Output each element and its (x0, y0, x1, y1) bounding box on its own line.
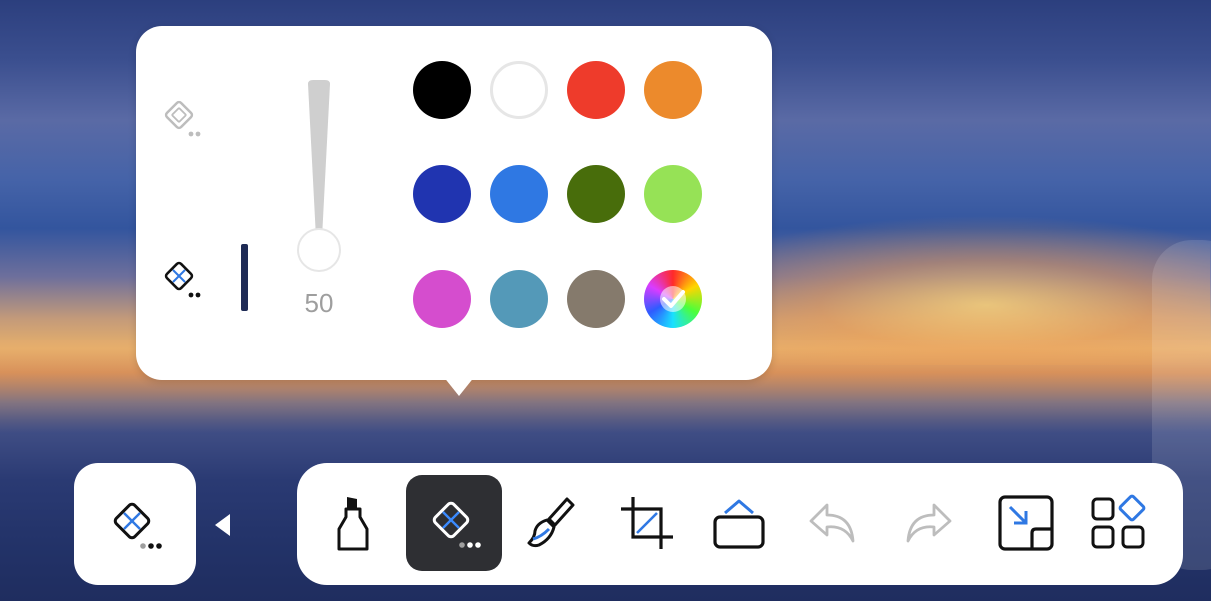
color-swatch-teal[interactable] (490, 270, 548, 328)
eraser-tool-button[interactable] (406, 475, 502, 571)
eraser-x-icon (164, 261, 201, 298)
eraser-x-icon (432, 501, 481, 548)
shape-tool-button[interactable] (691, 475, 787, 571)
color-swatch-white[interactable] (490, 61, 548, 119)
brush-icon (527, 497, 575, 548)
eraser-size-value: 50 (304, 288, 334, 318)
undo-button[interactable] (785, 475, 881, 571)
color-swatch-dark-green[interactable] (567, 165, 625, 223)
redo-icon (906, 503, 952, 543)
main-toolbar (297, 463, 1183, 585)
collapse-toolbar-button[interactable] (215, 514, 230, 536)
size-slider-thumb (297, 228, 341, 272)
color-swatch-orange[interactable] (644, 61, 702, 119)
eraser-area-mode-button[interactable] (158, 94, 206, 142)
color-swatch-taupe[interactable] (567, 270, 625, 328)
selected-mode-indicator (241, 244, 248, 311)
color-swatch-black[interactable] (413, 61, 471, 119)
color-swatch-navy-blue[interactable] (413, 165, 471, 223)
redo-button[interactable] (880, 475, 976, 571)
apps-button[interactable] (1071, 475, 1167, 571)
color-swatch-custom[interactable] (644, 270, 702, 328)
marker-icon (337, 497, 369, 551)
eraser-size-slider[interactable] (297, 78, 341, 274)
color-swatch-blue[interactable] (490, 165, 548, 223)
undo-icon (809, 503, 855, 543)
brush-tool-button[interactable] (503, 475, 599, 571)
color-swatch-light-green[interactable] (644, 165, 702, 223)
minimize-button[interactable] (978, 475, 1074, 571)
apps-icon (1091, 494, 1146, 549)
eraser-x-icon (113, 502, 162, 549)
current-tool-button[interactable] (74, 463, 196, 585)
crop-tool-button[interactable] (599, 475, 695, 571)
crop-icon (621, 497, 673, 549)
color-swatch-magenta[interactable] (413, 270, 471, 328)
panel-pointer (443, 376, 475, 396)
marker-tool-button[interactable] (305, 475, 401, 571)
checkmark-icon (660, 286, 686, 312)
shape-icon (713, 499, 765, 549)
minimize-icon (998, 495, 1054, 551)
eraser-area-icon (164, 100, 201, 137)
eraser-pen-mode-button[interactable] (158, 255, 206, 303)
color-swatch-red[interactable] (567, 61, 625, 119)
